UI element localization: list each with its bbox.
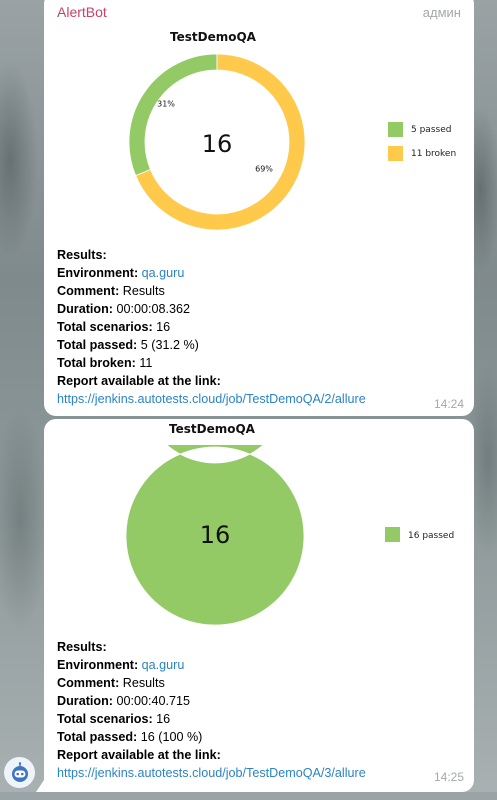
admin-badge: админ (422, 5, 461, 20)
total-scenarios-value: 16 (156, 320, 171, 334)
total-passed-label: Total passed: (57, 338, 138, 352)
legend-swatch-broken (388, 146, 403, 161)
chart-title: TestDemoQA (170, 30, 256, 44)
total-passed-value: 16 (100 %) (140, 730, 203, 744)
report-link[interactable]: https://jenkins.autotests.cloud/job/Test… (57, 392, 366, 406)
duration-value: 00:00:08.362 (116, 302, 191, 316)
legend-swatch-passed (385, 527, 400, 542)
message-bubble[interactable]: TestDemoQA 16 16 passed Results: Environ… (44, 419, 474, 792)
data-label: 31% (157, 100, 175, 109)
environment-label: Environment: (57, 658, 139, 672)
total-scenarios-label: Total scenarios: (57, 320, 153, 334)
duration-label: Duration: (57, 694, 113, 708)
sender-name[interactable]: AlertBot (57, 4, 107, 20)
robot-icon (11, 761, 28, 782)
comment-label: Comment: (57, 284, 120, 298)
total-broken-label: Total broken: (57, 356, 136, 370)
comment-value: Results (122, 676, 165, 690)
results-text: Results: Environment: qa.guru Comment: R… (57, 246, 366, 408)
chart-title: TestDemoQA (169, 422, 255, 436)
message-time: 14:25 (433, 770, 464, 784)
bot-avatar[interactable] (4, 757, 35, 788)
legend-label: 5 passed (411, 125, 452, 135)
environment-link[interactable]: qa.guru (142, 266, 185, 280)
report-label: Report available at the link: (57, 374, 221, 388)
results-heading: Results: (57, 640, 107, 654)
results-heading: Results: (57, 248, 107, 262)
total-scenarios-value: 16 (156, 712, 171, 726)
legend-label: 16 passed (408, 531, 455, 541)
legend-label: 11 broken (411, 149, 457, 159)
total-scenarios-label: Total scenarios: (57, 712, 153, 726)
results-text: Results: Environment: qa.guru Comment: R… (57, 638, 366, 782)
total-passed-label: Total passed: (57, 730, 138, 744)
comment-label: Comment: (57, 676, 120, 690)
composer-edge (0, 792, 497, 800)
report-link[interactable]: https://jenkins.autotests.cloud/job/Test… (57, 766, 366, 780)
report-label: Report available at the link: (57, 748, 221, 762)
bubble-tail (36, 774, 48, 792)
duration-value: 00:00:40.715 (116, 694, 191, 708)
data-label: 69% (255, 165, 273, 174)
message-time: 14:24 (433, 397, 464, 411)
donut-chart: 16 31% 69% (128, 53, 306, 231)
message-bubble[interactable]: AlertBot админ TestDemoQA 16 31% 69% 5 p… (44, 0, 474, 416)
legend-swatch-passed (388, 122, 403, 137)
comment-value: Results (122, 284, 165, 298)
donut-chart: 16 (125, 445, 305, 626)
environment-label: Environment: (57, 266, 139, 280)
total-passed-value: 5 (31.2 %) (140, 338, 199, 352)
chart-center-value: 16 (200, 521, 231, 549)
environment-link[interactable]: qa.guru (142, 658, 185, 672)
total-broken-value: 11 (139, 356, 153, 370)
duration-label: Duration: (57, 302, 113, 316)
chart-center-value: 16 (202, 130, 233, 158)
